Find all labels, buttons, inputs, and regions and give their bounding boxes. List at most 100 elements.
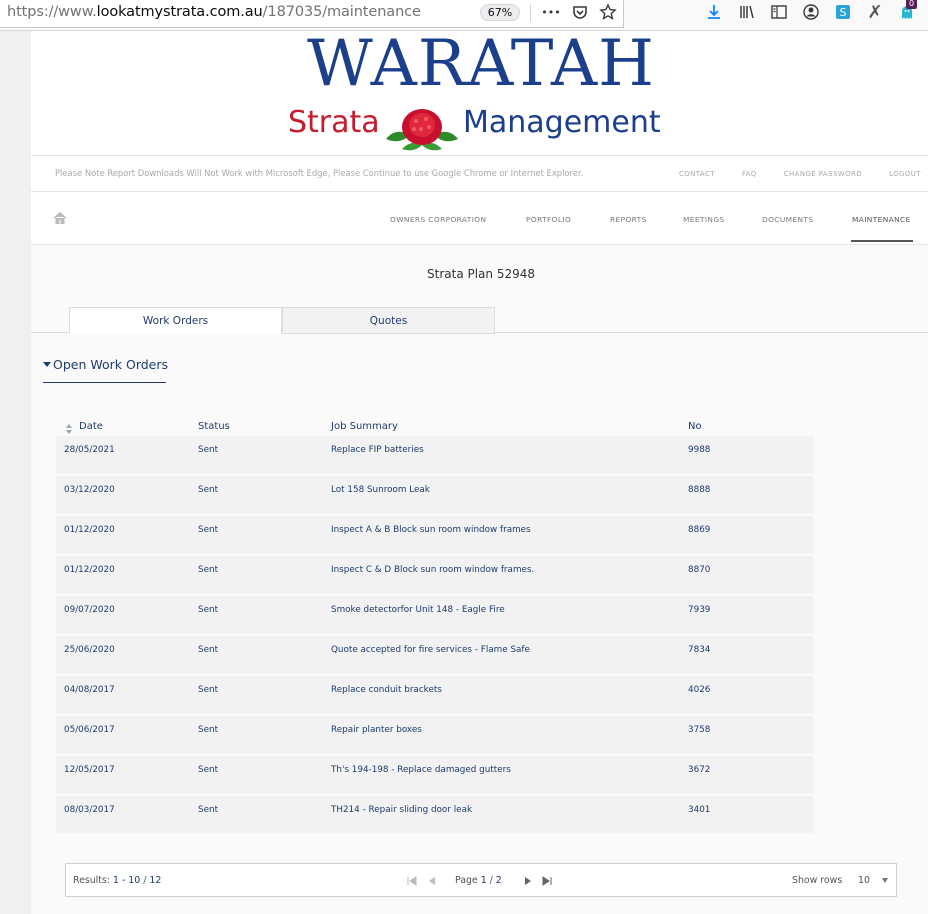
section-title-text: Open Work Orders bbox=[53, 357, 169, 372]
contact-link[interactable]: CONTACT bbox=[679, 170, 715, 178]
nav-owners-corporation[interactable]: OWNERS CORPORATION bbox=[390, 215, 486, 224]
extension-badge: 0 bbox=[906, 0, 918, 9]
table-row[interactable]: 08/03/2017 Sent TH214 - Repair sliding doo… bbox=[56, 796, 813, 845]
url-prefix: https://www. bbox=[7, 4, 97, 20]
logout-link[interactable]: LOGOUT bbox=[889, 170, 921, 178]
browser-notice: Please Note Report Downloads Will Not Wo… bbox=[55, 168, 584, 178]
cell-job-summary: Inspect C & D Block sun room window fram… bbox=[331, 565, 535, 575]
more-actions-icon[interactable]: ••• bbox=[541, 3, 561, 23]
utility-links: CONTACT FAQ CHANGE PASSWORD LOGOUT bbox=[652, 170, 921, 178]
first-page-icon[interactable] bbox=[406, 875, 418, 887]
select-caret-icon[interactable] bbox=[882, 878, 888, 883]
cell-no: 7939 bbox=[688, 605, 711, 615]
cell-status: Sent bbox=[198, 525, 219, 535]
nav-reports[interactable]: REPORTS bbox=[610, 215, 647, 224]
cell-no: 7834 bbox=[688, 645, 711, 655]
home-icon[interactable] bbox=[53, 211, 67, 225]
cell-date: 28/05/2021 bbox=[64, 445, 115, 455]
last-page-icon[interactable] bbox=[541, 875, 553, 887]
change-password-link[interactable]: CHANGE PASSWORD bbox=[784, 170, 862, 178]
cell-job-summary: Replace conduit brackets bbox=[331, 685, 442, 695]
cell-no: 8888 bbox=[688, 485, 711, 495]
url-text[interactable]: https://www.lookatmystrata.com.au/187035… bbox=[7, 4, 421, 20]
page: WARATAH Strata Management Please Note Re… bbox=[31, 31, 928, 914]
svg-text:S: S bbox=[840, 6, 847, 19]
results-summary: Results: 1 - 10 / 12 bbox=[73, 875, 162, 886]
cell-job-summary: Lot 158 Sunroom Leak bbox=[331, 485, 430, 495]
cell-status: Sent bbox=[198, 445, 219, 455]
cell-date: 09/07/2020 bbox=[64, 605, 115, 615]
cell-job-summary: Replace FIP batteries bbox=[331, 445, 424, 455]
cell-status: Sent bbox=[198, 645, 219, 655]
waratah-flower-icon bbox=[386, 109, 458, 151]
page-indicator: Page 1 / 2 bbox=[455, 875, 502, 886]
rows-per-page-select[interactable]: 10 bbox=[858, 875, 870, 886]
cell-date: 01/12/2020 bbox=[64, 525, 115, 535]
zoom-indicator[interactable]: 67% bbox=[480, 4, 520, 21]
cell-job-summary: Smoke detectorfor Unit 148 - Eagle Fire bbox=[331, 605, 505, 615]
cell-date: 03/12/2020 bbox=[64, 485, 115, 495]
account-icon[interactable] bbox=[801, 3, 821, 23]
column-header-status[interactable]: Status bbox=[198, 421, 230, 432]
download-icon[interactable] bbox=[704, 3, 724, 23]
open-work-orders-section[interactable]: Open Work Orders bbox=[43, 357, 169, 383]
tab-quotes[interactable]: Quotes bbox=[282, 307, 495, 334]
nav-portfolio[interactable]: PORTFOLIO bbox=[526, 215, 571, 224]
cell-status: Sent bbox=[198, 605, 219, 615]
cell-status: Sent bbox=[198, 485, 219, 495]
show-rows-label: Show rows bbox=[792, 875, 843, 886]
prev-page-icon[interactable] bbox=[426, 875, 438, 887]
toolbar-divider bbox=[530, 4, 531, 22]
nav-maintenance[interactable]: MAINTENANCE bbox=[852, 215, 911, 224]
cell-date: 08/03/2017 bbox=[64, 805, 115, 815]
url-path: /187035/maintenance bbox=[262, 4, 421, 20]
work-orders-table: Date Status Job Summary No 28/05/2021 Sen… bbox=[56, 417, 813, 845]
section-underline bbox=[43, 382, 166, 383]
extension-ghost-icon[interactable]: 0 bbox=[897, 0, 918, 23]
tab-bar: Work Orders Quotes bbox=[31, 307, 928, 334]
cell-status: Sent bbox=[198, 765, 219, 775]
logo-waratah-text: WARATAH bbox=[307, 27, 655, 101]
extension-x-icon[interactable]: ✗ bbox=[865, 3, 885, 23]
column-header-no[interactable]: No bbox=[688, 421, 702, 432]
cell-no: 9988 bbox=[688, 445, 711, 455]
faq-link[interactable]: FAQ bbox=[742, 170, 757, 178]
column-header-job-summary[interactable]: Job Summary bbox=[331, 421, 398, 432]
library-icon[interactable] bbox=[737, 3, 757, 23]
cell-job-summary: Repair planter boxes bbox=[331, 725, 422, 735]
bookmark-star-icon[interactable] bbox=[598, 3, 618, 23]
cell-no: 4026 bbox=[688, 685, 711, 695]
cell-no: 8870 bbox=[688, 565, 711, 575]
cell-no: 8869 bbox=[688, 525, 711, 535]
sort-icon[interactable] bbox=[66, 424, 72, 434]
caret-down-icon bbox=[43, 362, 51, 367]
page-title: Strata Plan 52948 bbox=[427, 267, 535, 281]
cell-no: 3401 bbox=[688, 805, 711, 815]
cell-date: 05/06/2017 bbox=[64, 725, 115, 735]
extension-s-icon[interactable]: S bbox=[833, 3, 853, 23]
address-bar[interactable]: https://www.lookatmystrata.com.au/187035… bbox=[0, 0, 624, 28]
waratah-logo[interactable]: WARATAH Strata Management bbox=[288, 31, 674, 155]
table-body: 28/05/2021 Sent Replace FIP batteries 9988 0… bbox=[56, 436, 813, 845]
nav-documents[interactable]: DOCUMENTS bbox=[762, 215, 813, 224]
cell-status: Sent bbox=[198, 725, 219, 735]
logo-management-text: Management bbox=[463, 105, 661, 140]
column-header-date[interactable]: Date bbox=[79, 421, 103, 432]
cell-status: Sent bbox=[198, 565, 219, 575]
nav-active-indicator bbox=[851, 240, 913, 242]
sidebar-icon[interactable] bbox=[769, 3, 789, 23]
cell-no: 3758 bbox=[688, 725, 711, 735]
url-host: lookatmystrata.com.au bbox=[96, 4, 263, 20]
tab-work-orders[interactable]: Work Orders bbox=[69, 307, 282, 334]
cell-date: 04/08/2017 bbox=[64, 685, 115, 695]
cell-job-summary: Th's 194-198 - Replace damaged gutters bbox=[331, 765, 511, 775]
cell-job-summary: Quote accepted for fire services - Flame… bbox=[331, 645, 530, 655]
nav-meetings[interactable]: MEETINGS bbox=[683, 215, 725, 224]
cell-job-summary: Inspect A & B Block sun room window fram… bbox=[331, 525, 531, 535]
cell-date: 25/06/2020 bbox=[64, 645, 115, 655]
cell-date: 12/05/2017 bbox=[64, 765, 115, 775]
cell-status: Sent bbox=[198, 685, 219, 695]
next-page-icon[interactable] bbox=[522, 875, 534, 887]
pocket-icon[interactable] bbox=[570, 3, 590, 23]
main-nav: OWNERS CORPORATION PORTFOLIO REPORTS MEE… bbox=[31, 192, 928, 245]
